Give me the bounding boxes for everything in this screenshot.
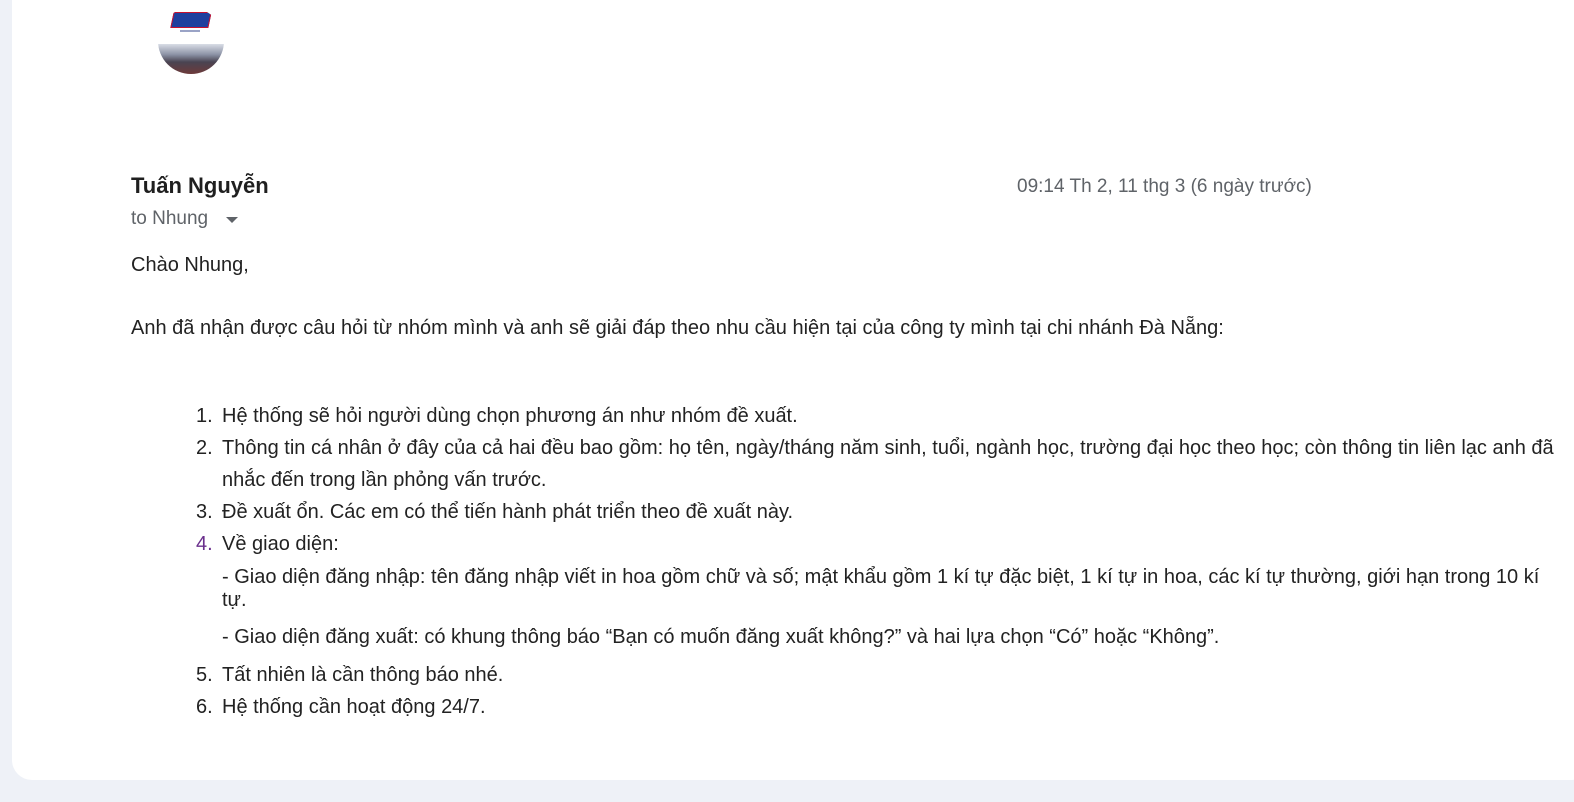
- email-intro: Anh đã nhận được câu hỏi từ nhóm mình và…: [131, 317, 1224, 339]
- list-number: 3.: [196, 501, 213, 523]
- sender-name[interactable]: Tuấn Nguyễn: [131, 173, 269, 199]
- list-item: 5. Tất nhiên là cần thông báo nhé.: [196, 659, 1556, 691]
- list-text: Hệ thống cần hoạt động 24/7.: [222, 696, 486, 718]
- recipient-details-toggle[interactable]: to Nhung: [131, 208, 239, 230]
- sub-item-login-ui: - Giao diện đăng nhập: tên đăng nhập viế…: [222, 566, 1540, 611]
- list-number: 2.: [196, 437, 213, 459]
- list-number: 1.: [196, 405, 213, 427]
- list-text: Về giao diện:: [222, 533, 339, 555]
- list-number: 4.: [196, 533, 213, 555]
- company-logo-icon: [170, 12, 212, 28]
- caret-down-icon: [226, 217, 239, 223]
- avatar-photo: [158, 44, 224, 74]
- list-item: 4. Về giao diện:: [196, 528, 1556, 560]
- list-text: Hệ thống sẽ hỏi người dùng chọn phương á…: [222, 405, 798, 427]
- list-item: 6. Hệ thống cần hoạt động 24/7.: [196, 691, 1556, 723]
- list-text: Đề xuất ổn. Các em có thể tiến hành phát…: [222, 501, 794, 523]
- sub-item-logout-ui: - Giao diện đăng xuất: có khung thông bá…: [222, 626, 1220, 648]
- email-numbered-list: 1. Hệ thống sẽ hỏi người dùng chọn phươn…: [196, 400, 1556, 723]
- list-item: 3. Đề xuất ổn. Các em có thể tiến hành p…: [196, 496, 1556, 528]
- list-text: Tất nhiên là cần thông báo nhé.: [222, 664, 504, 686]
- email-greeting: Chào Nhung,: [131, 254, 249, 276]
- email-timestamp[interactable]: 09:14 Th 2, 11 thg 3 (6 ngày trước): [1017, 176, 1312, 198]
- list-number: 5.: [196, 664, 213, 686]
- list-text: Thông tin cá nhân ở đây của cả hai đều b…: [222, 437, 1554, 491]
- list-number: 6.: [196, 696, 213, 718]
- list-item: 2. Thông tin cá nhân ở đây của cả hai đề…: [196, 432, 1556, 496]
- recipient-label: to Nhung: [131, 208, 209, 229]
- list-item: 1. Hệ thống sẽ hỏi người dùng chọn phươn…: [196, 400, 1556, 432]
- sender-avatar[interactable]: [158, 8, 224, 74]
